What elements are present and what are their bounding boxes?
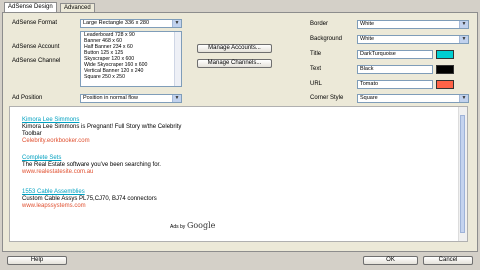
ad-unit[interactable]: 1553 Cable Assemblies Custom Cable Assys… (22, 189, 157, 210)
adsense-account-label: AdSense Account (12, 44, 60, 50)
google-logo: Google (186, 221, 216, 230)
corner-style-label: Corner Style (310, 95, 344, 101)
preview-scrollbar[interactable] (458, 107, 467, 241)
title-color-field[interactable]: DarkTurquoise (357, 50, 433, 59)
ad-url[interactable]: Celebrity.eorkbooker.com (22, 138, 181, 145)
ad-unit[interactable]: Kimora Lee Simmons Kimora Lee Simmons is… (22, 117, 181, 145)
adsense-channel-label: AdSense Channel (12, 58, 61, 64)
text-color-field[interactable]: Black (357, 65, 433, 74)
ad-text: The Real Estate software you've been sea… (22, 162, 161, 168)
ad-text: Toolbar (22, 131, 42, 137)
corner-style-select[interactable]: Square ▼ (357, 94, 469, 103)
cancel-button[interactable]: Cancel (423, 256, 473, 265)
chevron-down-icon[interactable]: ▼ (172, 20, 181, 27)
chevron-down-icon[interactable]: ▼ (459, 95, 468, 102)
ad-title[interactable]: Kimora Lee Simmons (22, 117, 181, 124)
ad-url[interactable]: www.realestatesite.com.au (22, 169, 161, 176)
text-color-swatch[interactable] (436, 65, 454, 74)
ad-title[interactable]: Complete Sets (22, 155, 161, 162)
url-label: URL (310, 81, 323, 87)
title-label: Title (310, 51, 322, 57)
ok-button[interactable]: OK (363, 256, 418, 265)
background-select[interactable]: White ▼ (357, 35, 469, 44)
adsense-format-select[interactable]: Large Rectangle 336 x 280 ▼ (80, 19, 182, 28)
url-color-swatch[interactable] (436, 80, 454, 89)
border-value: White (360, 21, 375, 27)
tab-advanced[interactable]: Advanced (60, 3, 95, 12)
title-color-swatch[interactable] (436, 50, 454, 59)
ads-by-google[interactable]: Ads by Google (170, 222, 215, 231)
ad-position-select[interactable]: Position in normal flow ▼ (80, 94, 182, 103)
ad-unit[interactable]: Complete Sets The Real Estate software y… (22, 155, 161, 176)
ad-position-label: Ad Position (12, 95, 43, 101)
chevron-down-icon[interactable]: ▼ (172, 95, 181, 102)
adsense-format-label: AdSense Format (12, 20, 58, 26)
manage-channels-button[interactable]: Manage Channels... (197, 59, 272, 68)
manage-accounts-button[interactable]: Manage Accounts... (197, 44, 272, 53)
ads-by-prefix: Ads by (170, 224, 186, 230)
ad-text: Custom Cable Assys PL75,CJ70, BJ74 conne… (22, 196, 157, 202)
listbox-scrollbar[interactable] (174, 32, 181, 86)
ad-title[interactable]: 1553 Cable Assemblies (22, 189, 157, 196)
ad-position-value: Position in normal flow (83, 95, 139, 101)
border-label: Border (310, 21, 329, 27)
ad-url[interactable]: www.leapssystems.com (22, 203, 157, 210)
ad-text: Kimora Lee Simmons is Pregnant! Full Sto… (22, 124, 182, 130)
url-color-field[interactable]: Tomato (357, 80, 433, 89)
chevron-down-icon[interactable]: ▼ (459, 21, 468, 28)
adsense-format-value: Large Rectangle 336 x 280 (83, 20, 150, 26)
format-listbox[interactable]: Leaderboard 728 x 90 Banner 468 x 60 Hal… (80, 31, 182, 87)
ad-preview: Kimora Lee Simmons Kimora Lee Simmons is… (9, 106, 468, 242)
text-label: Text (310, 66, 322, 72)
help-button[interactable]: Help (7, 256, 67, 265)
chevron-down-icon[interactable]: ▼ (459, 36, 468, 43)
list-item[interactable]: Square 250 x 250 (81, 74, 181, 80)
corner-style-value: Square (360, 95, 378, 101)
border-select[interactable]: White ▼ (357, 20, 469, 29)
background-value: White (360, 36, 375, 42)
background-label: Background (310, 36, 343, 42)
scrollbar-thumb[interactable] (460, 115, 465, 233)
